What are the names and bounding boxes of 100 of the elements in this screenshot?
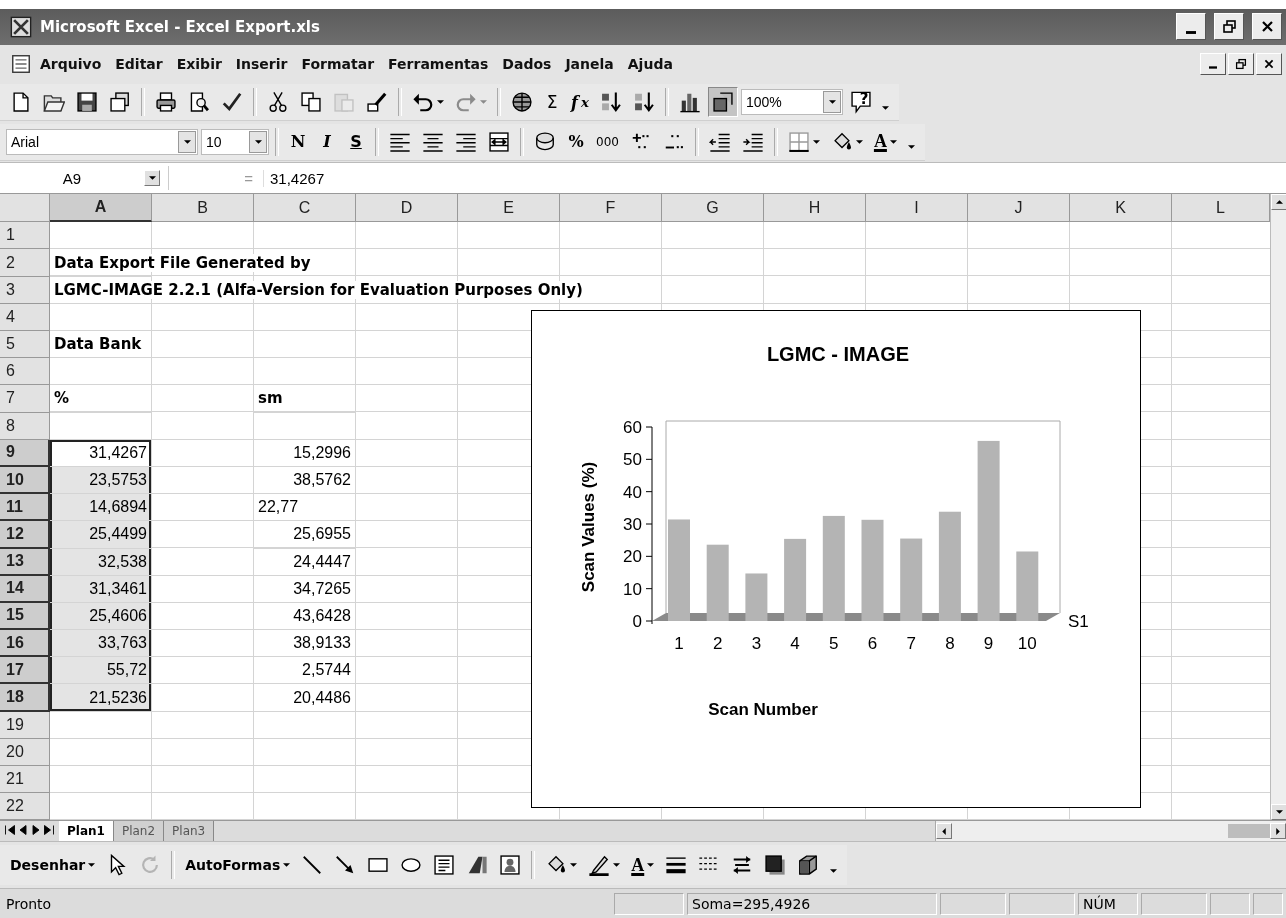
table-cell: 20,4486 — [254, 684, 356, 712]
row-header[interactable]: 6 — [0, 358, 50, 386]
percent-style-button[interactable]: % — [563, 126, 589, 157]
row-header[interactable]: 18 — [0, 684, 50, 712]
axis-title: Scan Number — [708, 700, 818, 720]
table-cell: 21,5236 — [50, 684, 152, 712]
formula-field[interactable]: 31,4267 — [263, 169, 325, 187]
font-color-button[interactable]: A — [627, 850, 659, 881]
axis-label: 30 — [623, 515, 642, 535]
row-header[interactable]: 22 — [0, 793, 50, 821]
column-header[interactable]: G — [662, 194, 764, 223]
underline-button[interactable]: S — [343, 126, 369, 157]
font-size-dropdown[interactable]: 10 — [201, 128, 269, 155]
menu-item[interactable]: Ferramentas — [382, 51, 495, 76]
name-box[interactable]: A9 — [0, 166, 169, 191]
axis-label: 4 — [790, 634, 800, 654]
table-cell: 15,2996 — [254, 439, 356, 467]
menu-item[interactable]: Dados — [496, 51, 558, 76]
column-header[interactable]: L — [1172, 194, 1270, 223]
row-header[interactable]: 8 — [0, 412, 50, 440]
autosum-button[interactable]: Σ — [540, 87, 564, 118]
row-header[interactable]: 17 — [0, 657, 50, 685]
menu-item[interactable]: Formatar — [295, 51, 381, 76]
row-header[interactable]: 15 — [0, 602, 50, 631]
table-cell: 38,9133 — [254, 630, 356, 658]
menu-item[interactable]: Ajuda — [621, 51, 679, 76]
row-header[interactable]: 20 — [0, 738, 50, 766]
column-header[interactable]: B — [152, 194, 254, 223]
equals-sign: = — [243, 169, 254, 187]
table-cell: 38,5762 — [254, 466, 356, 495]
row-header[interactable]: 14 — [0, 575, 50, 603]
chart-title: LGMC - IMAGE — [766, 343, 910, 366]
column-header[interactable]: A — [50, 194, 152, 223]
row-header[interactable]: 3 — [0, 276, 50, 304]
table-cell: 24,4447 — [254, 548, 356, 576]
italic-button[interactable]: I — [314, 126, 340, 157]
row-header[interactable]: 5 — [0, 331, 50, 359]
bold-button[interactable]: N — [285, 126, 311, 157]
row-header[interactable]: 11 — [0, 494, 50, 522]
column-header[interactable]: K — [1070, 194, 1172, 223]
row-header[interactable]: 9 — [0, 439, 50, 467]
font-color-button[interactable]: A — [869, 126, 901, 157]
menu-item[interactable]: Exibir — [170, 51, 228, 76]
row-header[interactable]: 1 — [0, 222, 50, 250]
axis-label: 3 — [751, 634, 762, 654]
axis-title: Scan Values (%) — [579, 462, 598, 593]
zoom-dropdown[interactable]: 100% — [741, 89, 843, 116]
menu-item[interactable]: Inserir — [229, 51, 294, 76]
axis-label: 50 — [623, 450, 642, 470]
row-header[interactable]: 13 — [0, 548, 50, 576]
axis-label: 10 — [1017, 634, 1037, 654]
series-label: S1 — [1068, 612, 1089, 632]
column-header[interactable]: D — [356, 194, 458, 223]
table-cell: 32,538 — [50, 548, 152, 576]
menu-item[interactable]: Arquivo — [34, 51, 108, 76]
axis-label: 40 — [623, 482, 642, 502]
column-header[interactable]: C — [254, 194, 356, 223]
row-header[interactable]: 16 — [0, 630, 50, 658]
row-header[interactable]: 19 — [0, 711, 50, 739]
table-cell: 2,5744 — [254, 657, 356, 685]
sheet-tab[interactable]: Plan3 — [164, 821, 215, 842]
axis-label: 9 — [983, 634, 994, 654]
table-cell: 33,763 — [50, 630, 152, 658]
table-cell: 22,77 — [254, 494, 356, 522]
row-header[interactable]: 12 — [0, 521, 50, 549]
table-cell: 14,6894 — [50, 494, 152, 522]
menu-button[interactable]: Desenhar — [6, 850, 100, 881]
column-header[interactable]: I — [866, 194, 968, 223]
status-text: Pronto — [5, 895, 53, 912]
table-cell: 31,4267 — [50, 439, 152, 467]
axis-label: 6 — [867, 634, 878, 654]
column-header[interactable]: J — [968, 194, 1070, 223]
table-cell: 25,4606 — [50, 602, 152, 631]
menu-item[interactable]: Janela — [559, 51, 620, 76]
column-header[interactable]: F — [560, 194, 662, 223]
menu-button[interactable]: AutoFormas — [181, 850, 295, 881]
row-header[interactable]: 21 — [0, 766, 50, 794]
table-cell: 25,4499 — [50, 521, 152, 549]
table-cell: 43,6428 — [254, 602, 356, 631]
column-header[interactable]: H — [764, 194, 866, 223]
sheet-tab[interactable]: Plan1 — [59, 821, 114, 842]
sheet-tab[interactable]: Plan2 — [113, 821, 165, 842]
row-header[interactable]: 2 — [0, 249, 50, 277]
table-cell: 31,3461 — [50, 575, 152, 603]
row-header[interactable]: 10 — [0, 466, 50, 495]
row-header[interactable]: 7 — [0, 385, 50, 413]
row-header[interactable]: 4 — [0, 303, 50, 331]
menu-item[interactable]: Editar — [109, 51, 169, 76]
column-header[interactable]: E — [458, 194, 560, 223]
axis-label: 7 — [906, 634, 916, 654]
sum-indicator: Soma=295,4926 — [687, 892, 937, 915]
font-dropdown[interactable]: Arial — [6, 128, 198, 155]
comma-style-button[interactable]: 000 — [592, 126, 623, 157]
axis-label: 20 — [623, 547, 642, 567]
axis-label: 5 — [829, 634, 839, 654]
axis-label: 8 — [945, 634, 955, 654]
table-cell: 23,5753 — [50, 466, 152, 495]
table-cell: 55,72 — [50, 657, 152, 685]
axis-label: 0 — [632, 612, 642, 632]
axis-label: 60 — [623, 418, 642, 438]
